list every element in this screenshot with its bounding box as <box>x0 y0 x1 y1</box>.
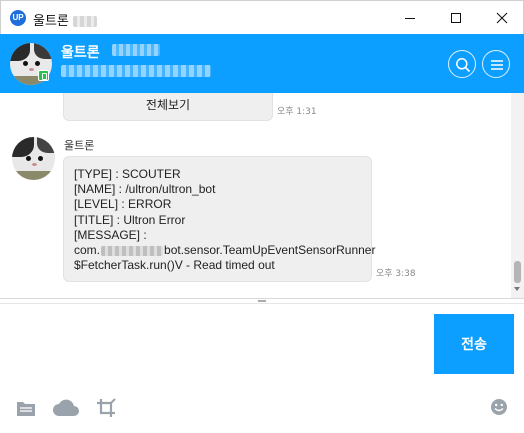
cloud-button[interactable] <box>52 398 80 422</box>
pane-splitter[interactable] <box>0 298 524 304</box>
redacted-text <box>72 16 97 27</box>
attach-file-button[interactable] <box>16 398 36 422</box>
scrollbar-thumb[interactable] <box>514 261 521 283</box>
redacted-status-text <box>61 65 211 77</box>
search-icon <box>456 58 471 73</box>
redacted-text <box>101 245 164 256</box>
message-line: [TITLE] : Ultron Error <box>74 212 186 227</box>
menu-button[interactable] <box>482 50 510 78</box>
sender-avatar[interactable] <box>12 137 55 180</box>
message-input[interactable] <box>8 311 423 377</box>
mobile-status-icon <box>38 70 49 81</box>
app-logo-icon: UP <box>10 10 26 26</box>
minimize-button[interactable] <box>387 1 433 35</box>
chat-scrollbar[interactable] <box>511 93 524 298</box>
message-line: [MESSAGE] : <box>74 227 147 242</box>
close-icon <box>496 12 508 24</box>
maximize-icon <box>451 13 461 23</box>
window-titlebar: UP 울트론 <box>0 0 524 34</box>
window-title: 울트론 <box>33 10 97 29</box>
message-time: 오후 3:38 <box>376 269 416 279</box>
menu-icon <box>491 60 503 70</box>
redacted-text <box>112 44 160 56</box>
minimize-icon <box>405 18 415 19</box>
message-bubble[interactable]: [TYPE] : SCOUTER [NAME] : /ultron/ultron… <box>63 156 375 282</box>
message-line: $FetcherTask.run()V - Read timed out <box>74 258 275 273</box>
contact-name: 울트론 <box>61 45 100 61</box>
cloud-icon <box>53 399 79 416</box>
emoji-button[interactable] <box>490 398 508 420</box>
message-line: [TYPE] : SCOUTER <box>74 167 181 181</box>
message-line: com. bot.sensor.TeamUpEventSensorRunner <box>74 243 375 258</box>
compose-area: 전송 <box>0 305 524 385</box>
maximize-button[interactable] <box>433 1 479 35</box>
message-line: [LEVEL] : ERROR <box>74 197 172 212</box>
full-view-button[interactable]: 전체보기 <box>63 93 273 121</box>
chat-message-list[interactable]: 전체보기 오후 1:31 울트론 [TYPE] : SCOUTER [NAME]… <box>0 93 511 298</box>
capture-button[interactable] <box>96 398 116 422</box>
message-time: 오후 1:31 <box>277 107 317 117</box>
chat-header: 울트론 <box>0 34 524 93</box>
bottom-toolbar <box>0 385 524 433</box>
package-suffix: bot.sensor.TeamUpEventSensorRunner <box>164 243 376 258</box>
sender-name: 울트론 <box>64 139 95 152</box>
crop-icon <box>97 398 116 417</box>
search-button[interactable] <box>448 50 476 78</box>
splitter-grip-icon[interactable] <box>258 300 266 302</box>
scroll-down-icon[interactable] <box>514 287 520 291</box>
window-title-text: 울트론 <box>33 14 69 29</box>
message-line: [NAME] : /ultron/ultron_bot <box>74 182 216 197</box>
file-icon <box>17 402 35 416</box>
emoji-icon <box>491 399 507 415</box>
package-prefix: com. <box>74 243 101 258</box>
send-button[interactable]: 전송 <box>434 314 514 374</box>
close-button[interactable] <box>479 1 524 35</box>
